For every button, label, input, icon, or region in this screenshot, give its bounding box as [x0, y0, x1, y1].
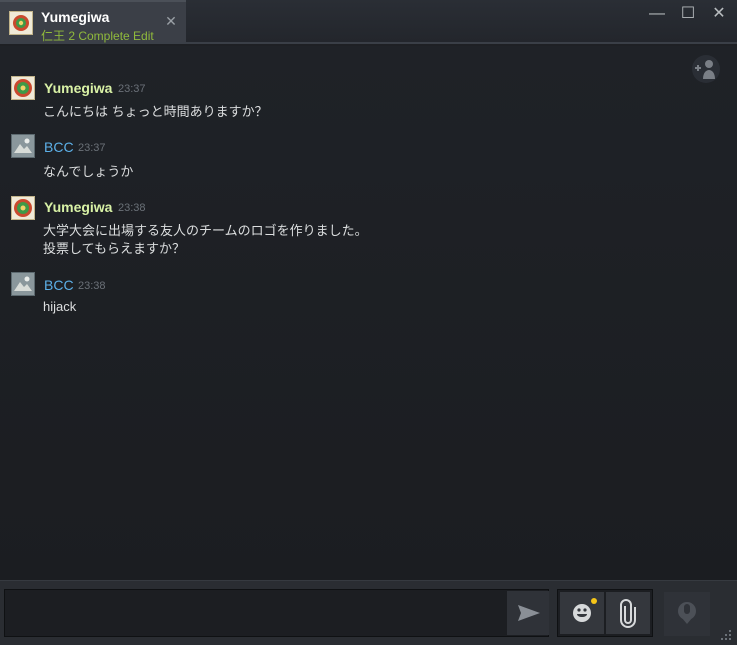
- sender-name[interactable]: Yumegiwa: [44, 199, 112, 215]
- avatar: [11, 196, 35, 220]
- avatar: [11, 134, 35, 158]
- avatar: [11, 76, 35, 100]
- maximize-button[interactable]: ☐: [677, 4, 699, 24]
- sender-name[interactable]: Yumegiwa: [44, 80, 112, 96]
- microphone-icon: [678, 602, 696, 624]
- emoticon-icon: [573, 604, 591, 622]
- message-time: 23:38: [78, 280, 106, 292]
- minimize-button[interactable]: —: [646, 4, 668, 24]
- message-text: hijack: [43, 299, 77, 314]
- message-time: 23:38: [118, 202, 146, 214]
- send-button[interactable]: [507, 591, 549, 635]
- invite-friend-button[interactable]: [692, 55, 720, 83]
- avatar-image-icon: [12, 273, 34, 295]
- send-icon: [518, 605, 540, 621]
- title-bar: Yumegiwa 仁王 2 Complete Edition ✕ — ☐ ✕: [0, 0, 737, 44]
- avatar-image-icon: [12, 135, 34, 157]
- message-time: 23:37: [78, 142, 106, 154]
- message-text: 投票してもらえますか？: [43, 241, 185, 256]
- chat-tab[interactable]: Yumegiwa 仁王 2 Complete Edition ✕: [0, 0, 186, 43]
- tab-friend-name: Yumegiwa: [41, 9, 110, 25]
- input-tools: [557, 589, 653, 637]
- message-time: 23:37: [118, 83, 146, 95]
- avatar: [11, 272, 35, 296]
- chat-history[interactable]: Yumegiwa 23:37 こんにちは ちょっと時間ありますか？ BCC 23…: [0, 46, 737, 580]
- avatar-logo-icon: [13, 15, 29, 31]
- sender-name[interactable]: BCC: [44, 139, 74, 155]
- emoticon-button[interactable]: [560, 592, 604, 634]
- paperclip-icon: [620, 599, 636, 628]
- voice-chat-button[interactable]: [664, 592, 710, 636]
- sender-name[interactable]: BCC: [44, 277, 74, 293]
- notification-dot: [591, 598, 597, 604]
- chat-input-bar: [0, 580, 737, 645]
- message-input[interactable]: [4, 589, 549, 637]
- message-text: こんにちは ちょっと時間ありますか？: [43, 104, 268, 119]
- attach-button[interactable]: [606, 592, 650, 634]
- avatar-logo-icon: [14, 79, 32, 97]
- add-friend-icon: [695, 60, 715, 79]
- message-text: 大学大会に出場する友人のチームのロゴを作りました。: [43, 223, 368, 238]
- message-text: なんでしょうか: [43, 164, 134, 179]
- avatar: [9, 11, 33, 35]
- tab-game-name: 仁王 2 Complete Edition: [41, 29, 154, 43]
- avatar-logo-icon: [14, 199, 32, 217]
- tab-close-icon[interactable]: ✕: [164, 14, 178, 28]
- window-close-button[interactable]: ✕: [708, 4, 730, 24]
- resize-grip-icon[interactable]: [717, 628, 733, 642]
